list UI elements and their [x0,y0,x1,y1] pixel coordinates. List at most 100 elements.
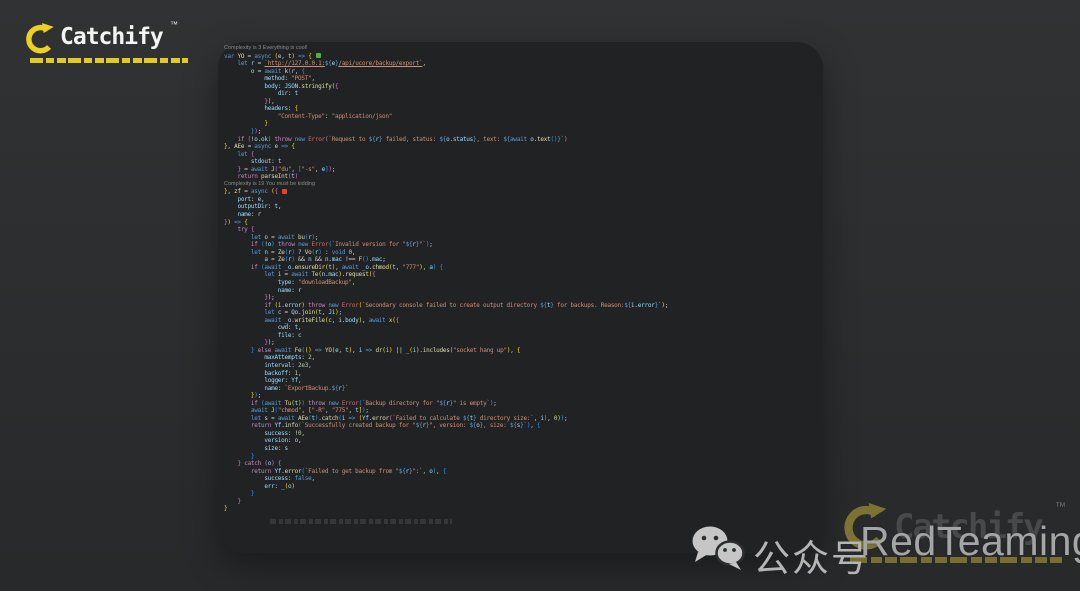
code-token: headers [264,105,288,113]
code-line: } [224,498,817,506]
watermark-account-name: RedTeaming [860,518,1080,564]
code-token: `Secondary console failed to create outp… [361,301,541,309]
code-token: : [321,248,332,256]
code-token: _o [361,263,369,271]
code-token: => [314,346,322,354]
code-token: async [250,188,272,196]
code-token: : [277,82,285,90]
code-line: let n = Ze(r) ? Vo(r) : void 0, [224,249,817,257]
code-token: = [281,271,292,279]
code-token: `Failed to get backup from " [304,467,399,475]
code-line: success: !0, [224,430,817,438]
code-token: writeFile [294,316,326,324]
code-token: } [250,490,255,498]
code-token: () [304,346,312,354]
code-token: : [324,112,332,120]
code-token: : [291,331,298,339]
code-token: body [345,316,359,324]
code-token: await [274,346,295,354]
code-token: for backups. Reason: [553,301,625,309]
code-token: ok [261,135,268,143]
code-token: : [287,369,295,377]
code-token: JSON [284,82,299,90]
code-token: ${ [324,60,332,68]
code-token: { [395,316,400,324]
code-token: ; [493,399,497,407]
code-token: ) [291,482,295,490]
code-token: , [351,278,356,286]
code-line: await J("chmod", ["-R", "775", t]); [224,407,817,415]
code-line: headers: { [224,105,817,113]
code-token: ":` [412,467,423,475]
code-token: let [250,233,265,241]
code-token: YO [324,346,332,354]
code-token: mac [331,256,342,264]
complexity-ok-marker-icon [315,53,321,59]
code-token: { [274,188,279,196]
code-token: , [311,75,315,83]
code-editor-panel[interactable]: Complexity is 3 Everything is cool! var Y… [218,42,823,553]
code-token: body [264,82,278,90]
code-token: , [435,467,443,475]
code-token: parseInt [261,173,288,181]
code-token: await [250,165,272,173]
code-line: backoff: 1, [224,370,817,378]
code-line: }); [224,392,817,400]
code-token: error [637,301,655,309]
code-token: await [368,316,389,324]
code-token: "du" [277,165,292,173]
code-token: await [264,67,285,75]
code-token: , [510,346,517,354]
code-token: new [328,399,342,407]
code-line: } else await Fe(() => YO(e, t), i => dr(… [224,347,817,355]
code-token: , size: [483,422,510,430]
code-token: await [510,135,531,143]
code-token: : [291,278,298,286]
code-token: ; [365,407,369,415]
code-line: }) => { [224,219,817,227]
code-token: { [516,346,521,354]
code-line: } [224,490,817,498]
code-token: await [277,233,299,241]
code-token: name [277,286,292,294]
code-token: ; [563,414,568,422]
code-line: o = await k(r, { [224,68,817,76]
code-token: await [264,399,285,407]
code-token: Error [341,301,359,309]
code-token: stdout [250,158,272,166]
code-line: size: s [224,445,817,453]
code-token: AEe [298,414,309,422]
code-token: "application/json" [331,112,393,120]
code-token: bu [298,233,305,241]
code-token: 2e3 [298,361,309,369]
code-token: text [537,135,551,143]
code-token: : [291,286,298,294]
code-token: new [298,241,312,249]
code-token: => [298,52,305,60]
code-token: , [271,97,275,105]
code-token: maxAttempts [264,354,302,362]
code-token: , [301,429,305,437]
code-token: catch [244,460,265,468]
code-token: includes [422,346,450,354]
code-line: type: "downloadBackup", [224,279,817,287]
code-line: }); [224,128,817,136]
code-token: } [224,505,228,513]
code-token: : [271,158,278,166]
code-token: return [250,422,275,430]
code-token: status [452,135,474,143]
